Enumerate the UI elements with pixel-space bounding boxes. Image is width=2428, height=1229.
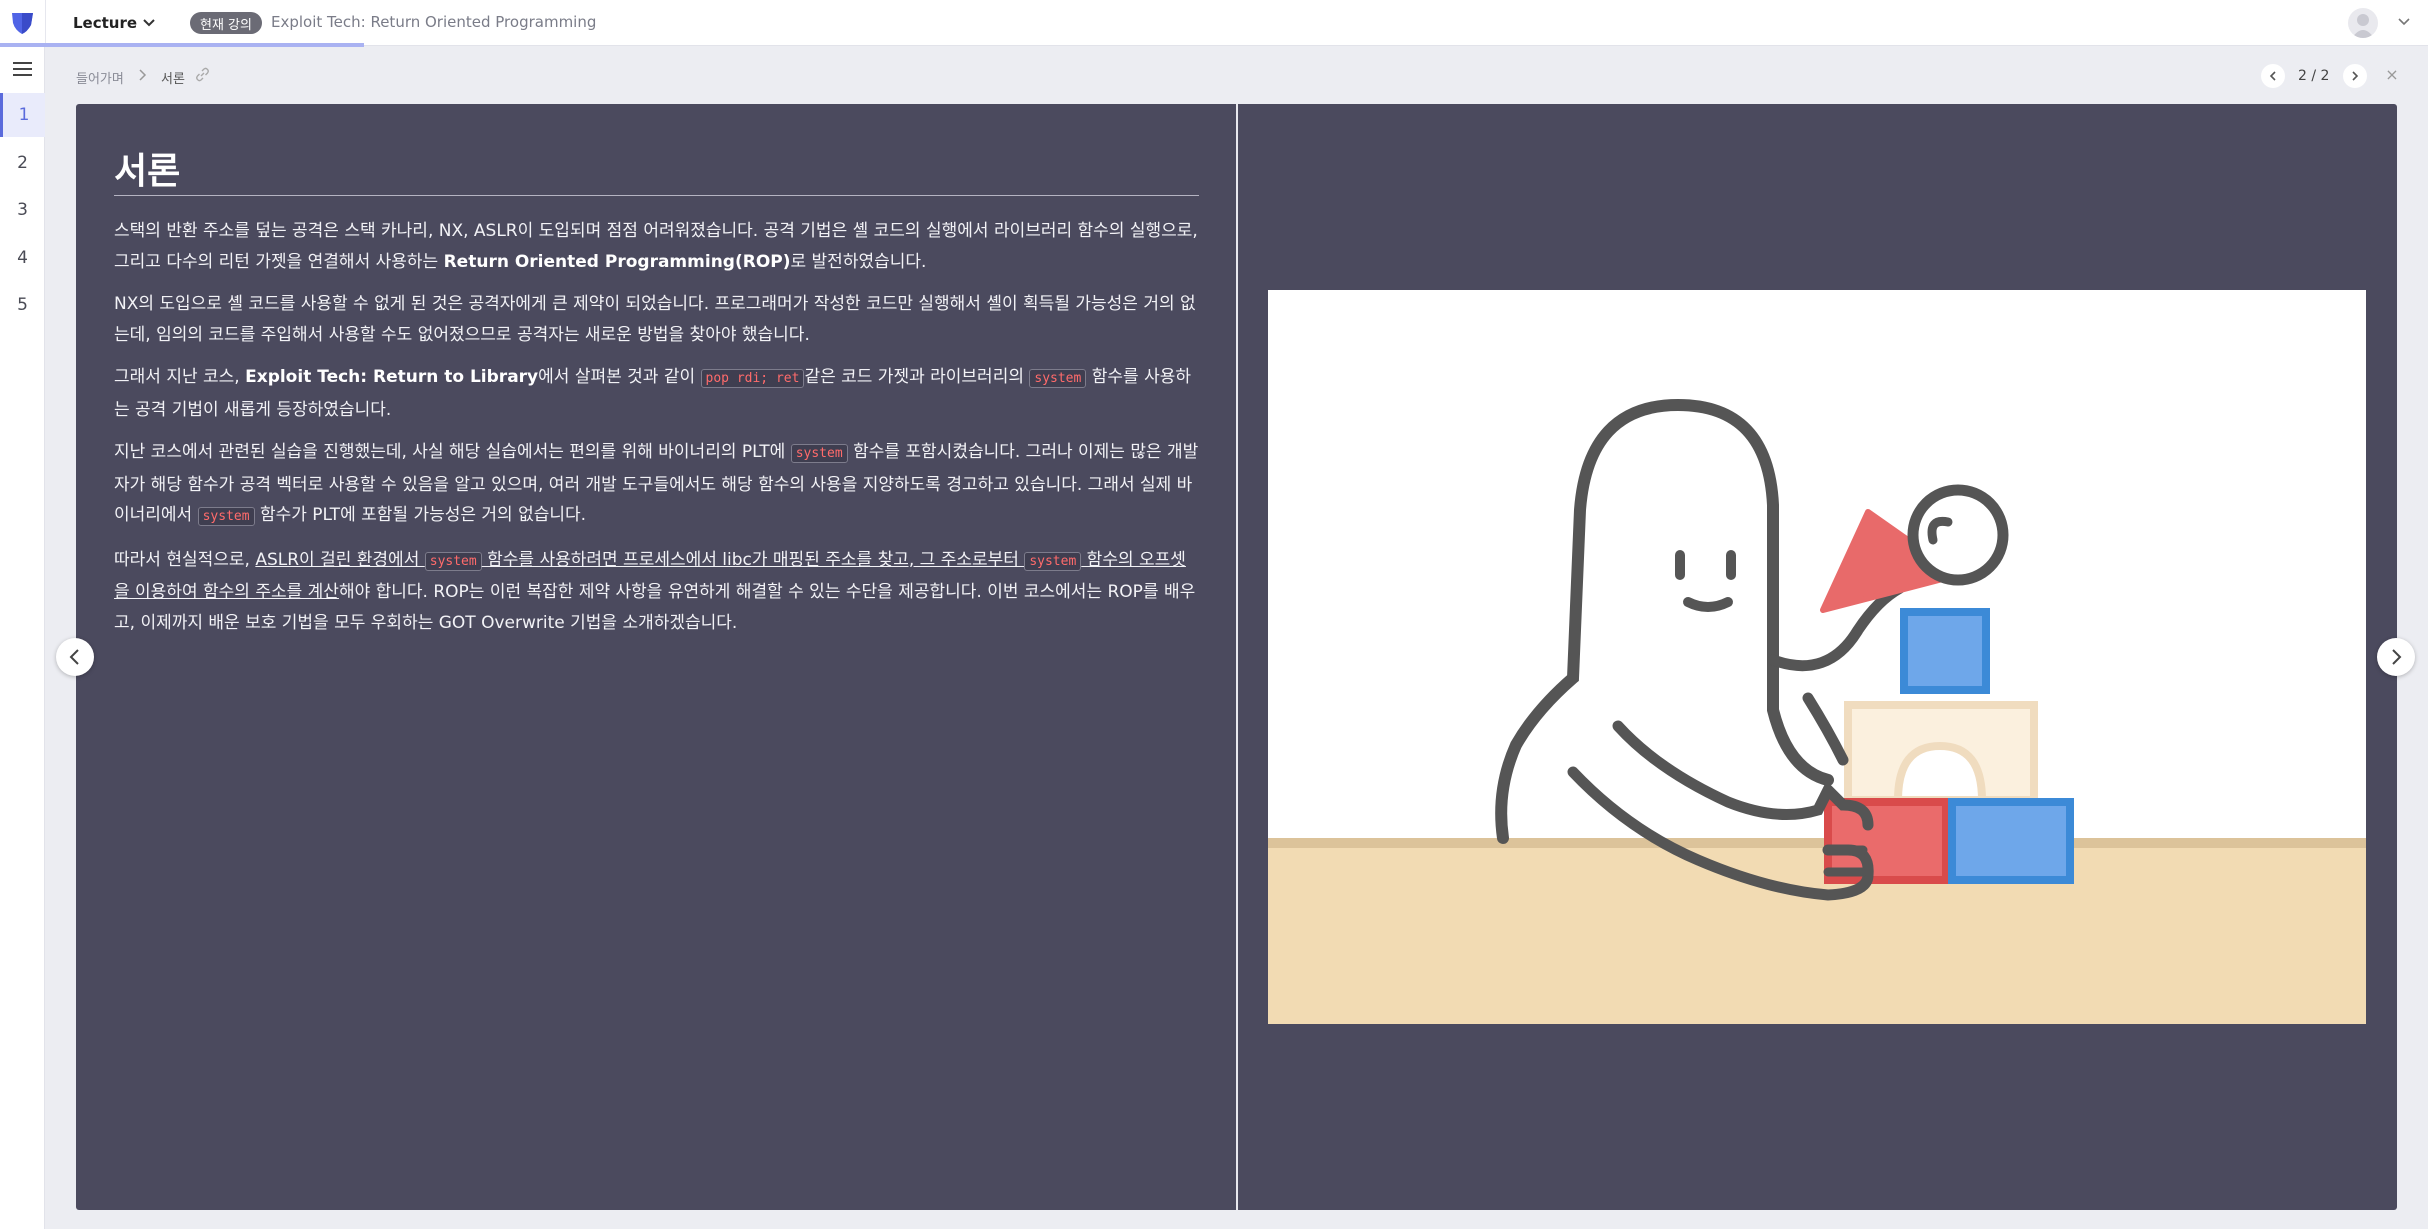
paragraph-4: 지난 코스에서 관련된 실습을 진행했는데, 사실 해당 실습에서는 편의를 위… [114, 442, 1199, 526]
course-title[interactable]: Exploit Tech: Return Oriented Programmin… [271, 13, 596, 31]
chevron-down-icon [143, 19, 155, 27]
menu-icon[interactable] [13, 61, 32, 77]
sidebar-item-2[interactable]: 2 [0, 141, 45, 185]
topbar-divider [45, 0, 46, 46]
top-bar: Lecture 현재 강의 Exploit Tech: Return Orien… [0, 0, 2428, 47]
paragraph-3: 그래서 지난 코스, Exploit Tech: Return to Libra… [114, 367, 1191, 420]
chevron-left-icon [69, 649, 79, 665]
sidebar-item-4[interactable]: 4 [0, 236, 45, 280]
pager-label: 2 / 2 [2298, 68, 2330, 84]
sidebar-item-1[interactable]: 1 [0, 93, 45, 137]
chevron-left-icon [2269, 71, 2276, 81]
sidebar-item-3[interactable]: 3 [0, 188, 45, 232]
chevron-right-icon [2392, 649, 2402, 665]
slide-title: 서론 [114, 142, 1199, 196]
lecture-dropdown-label: Lecture [73, 14, 138, 32]
user-icon [2352, 14, 2374, 38]
prev-slide-button[interactable] [56, 638, 94, 676]
pager-prev-button[interactable] [2261, 64, 2285, 88]
current-lecture-badge: 현재 강의 [190, 12, 262, 34]
inline-code: system [1029, 369, 1087, 388]
close-icon[interactable]: × [2384, 66, 2400, 84]
paragraph-2: NX의 도입으로 셸 코드를 사용할 수 없게 된 것은 공격자에게 큰 제약이… [114, 294, 1196, 345]
paragraph-1: 스택의 반환 주소를 덮는 공격은 스택 카나리, NX, ASLR이 도입되며… [114, 221, 1198, 272]
slide-panel: 서론 스택의 반환 주소를 덮는 공격은 스택 카나리, NX, ASLR이 도… [76, 104, 2397, 1210]
chevron-down-icon[interactable] [2396, 14, 2412, 30]
inline-code: pop rdi; ret [700, 369, 805, 388]
inline-code: system [790, 444, 848, 463]
paragraph-5: 따라서 현실적으로, ASLR이 걸린 환경에서 system 함수를 사용하려… [114, 549, 1196, 633]
next-slide-button[interactable] [2377, 638, 2415, 676]
sidebar-item-5[interactable]: 5 [0, 283, 45, 327]
pager-next-button[interactable] [2343, 64, 2367, 88]
user-avatar[interactable] [2348, 8, 2378, 38]
breadcrumb-home[interactable]: 들어가며 [76, 68, 124, 87]
slide-divider [1236, 104, 1238, 1210]
ghost-blocks-illustration [1268, 290, 2366, 1024]
slide-text-column: 서론 스택의 반환 주소를 덮는 공격은 스택 카나리, NX, ASLR이 도… [114, 142, 1199, 650]
dreamhack-logo-icon[interactable] [9, 9, 36, 36]
inline-code: system [424, 551, 482, 571]
link-icon[interactable] [195, 67, 210, 82]
inline-code: system [197, 507, 255, 526]
chevron-right-icon [2352, 71, 2359, 81]
chevron-right-icon [139, 69, 147, 81]
slide-sidebar: 1 2 3 4 5 [0, 47, 45, 1229]
lecture-progress-bar [0, 43, 364, 47]
breadcrumb-current: 서론 [161, 72, 185, 87]
lecture-dropdown[interactable]: Lecture [73, 12, 155, 34]
inline-code: system [1024, 551, 1082, 571]
